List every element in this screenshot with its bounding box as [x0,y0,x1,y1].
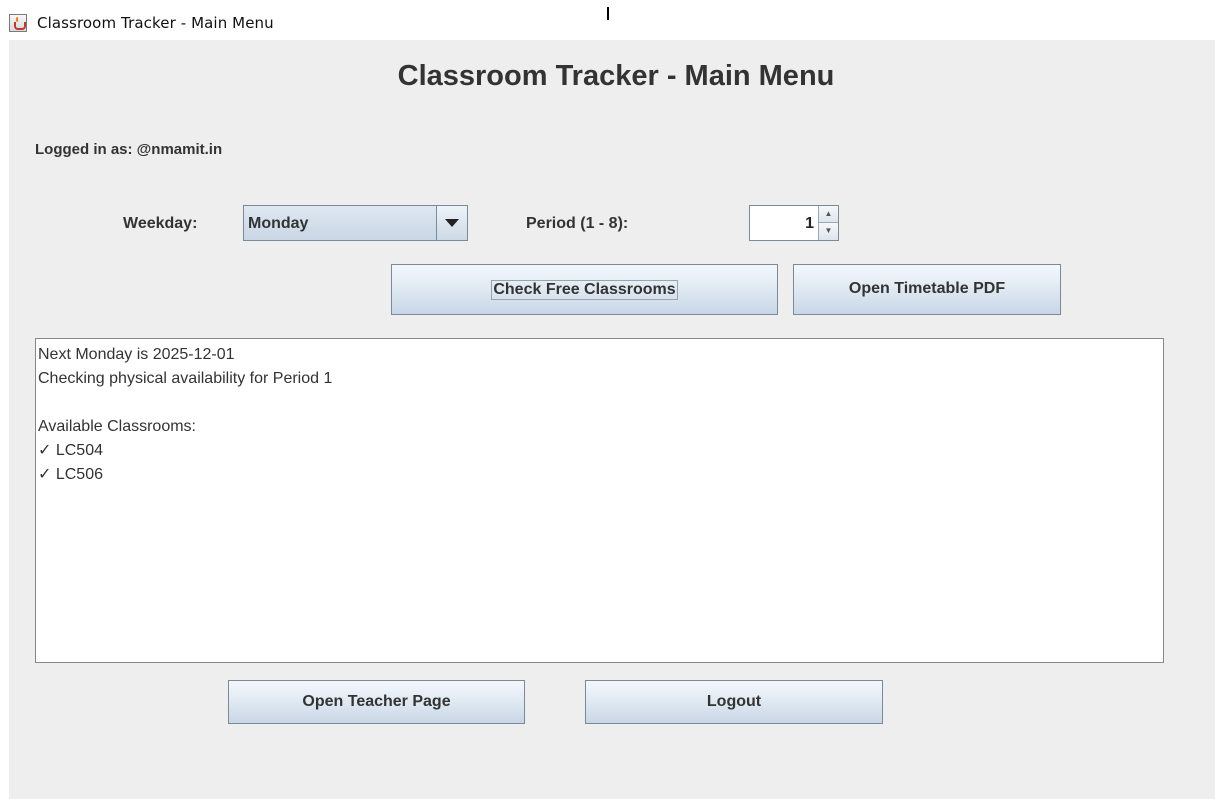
period-spinner[interactable]: 1 ▲ ▼ [749,205,839,241]
period-spinner-value[interactable]: 1 [805,215,814,233]
java-cup-icon [9,14,27,32]
check-free-classrooms-label: Check Free Classrooms [491,280,678,300]
output-line: ✓ LC504 [38,442,103,459]
main-panel: Classroom Tracker - Main Menu Logged in … [9,40,1215,799]
logout-label: Logout [706,693,762,710]
logged-in-label: Logged in as: @nmamit.in [35,141,223,158]
results-text-area[interactable]: Next Monday is 2025-12-01 Checking physi… [35,338,1164,663]
check-free-classrooms-button[interactable]: Check Free Classrooms [391,264,778,315]
weekday-selected-value: Monday [248,215,309,232]
output-line: Available Classrooms: [38,418,196,435]
output-line: ✓ LC506 [38,466,103,483]
page-title: Classroom Tracker - Main Menu [397,60,835,92]
open-teacher-page-button[interactable]: Open Teacher Page [228,680,525,724]
title-bar: Classroom Tracker - Main Menu [0,0,1215,40]
output-line: Next Monday is 2025-12-01 [38,346,235,363]
window-title: Classroom Tracker - Main Menu [37,14,274,32]
weekday-label: Weekday: [123,215,198,232]
open-teacher-page-label: Open Teacher Page [302,693,451,710]
text-cursor [607,7,609,20]
weekday-dropdown-button[interactable] [436,206,467,240]
period-label: Period (1 - 8): [526,215,629,232]
logout-button[interactable]: Logout [585,680,883,724]
spinner-down-icon[interactable]: ▼ [818,223,838,240]
weekday-dropdown[interactable]: Monday [243,205,468,241]
output-line: Checking physical availability for Perio… [38,370,333,387]
chevron-down-icon [445,219,459,227]
open-timetable-pdf-label: Open Timetable PDF [848,280,1006,297]
open-timetable-pdf-button[interactable]: Open Timetable PDF [793,264,1061,315]
spinner-up-icon[interactable]: ▲ [818,206,838,223]
